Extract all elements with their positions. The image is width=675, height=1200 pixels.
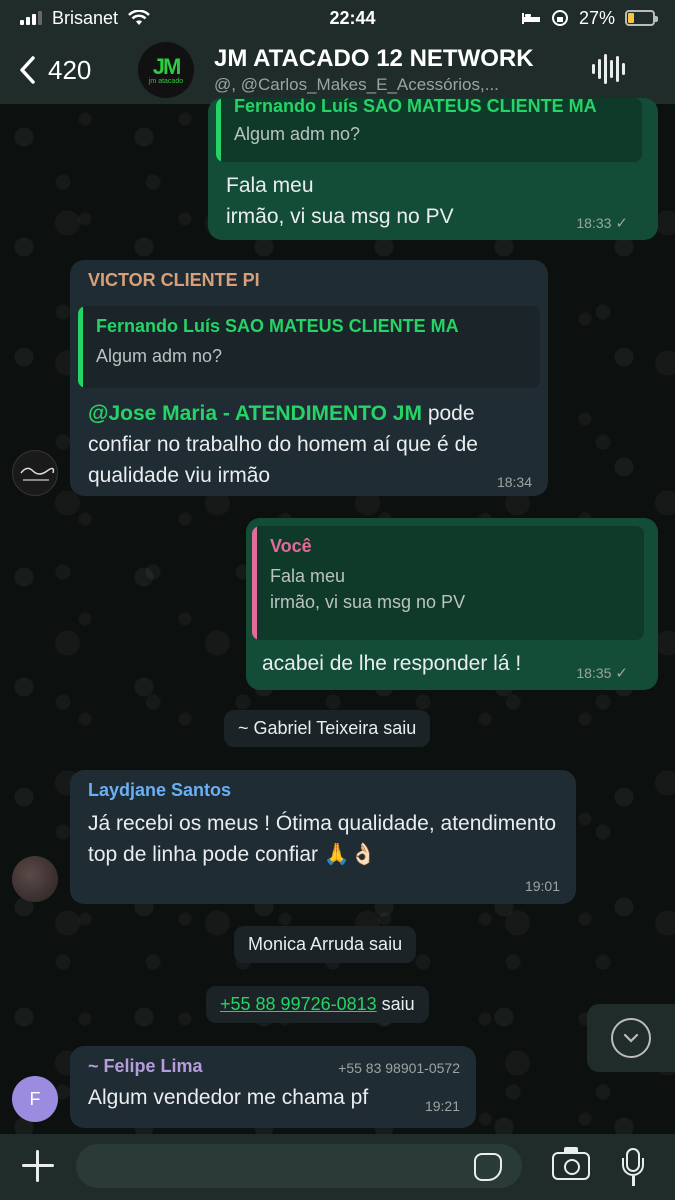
quoted-message[interactable]: Fernando Luís SAO MATEUS CLIENTE MA Algu…: [78, 306, 540, 388]
sender-phone: +55 83 98901-0572: [338, 1060, 460, 1076]
sender-name: ~ Felipe Lima: [88, 1056, 203, 1076]
unread-count: 420: [48, 54, 92, 85]
sender-avatar[interactable]: [12, 856, 58, 902]
sender-avatar[interactable]: F: [12, 1076, 58, 1122]
message-text: Já recebi os meus ! Ótima qualidade, ate…: [88, 812, 557, 866]
sent-check-icon: ✓: [615, 665, 628, 682]
sticker-icon[interactable]: [474, 1153, 502, 1181]
quoted-sender: Fernando Luís SAO MATEUS CLIENTE MA: [234, 98, 597, 116]
group-title: JM ATACADO 12 NETWORK: [214, 45, 534, 72]
message-outgoing[interactable]: Fernando Luís SAO MATEUS CLIENTE MA Algu…: [208, 98, 658, 240]
group-info[interactable]: JM ATACADO 12 NETWORK @, @Carlos_Makes_E…: [214, 45, 574, 95]
message-text: acabei de lhe responder lá !: [262, 652, 522, 675]
system-message: ~ Gabriel Teixeira saiu: [224, 710, 431, 747]
message-time: 19:21: [424, 1098, 460, 1114]
message-input[interactable]: [76, 1144, 522, 1188]
message-incoming[interactable]: Laydjane Santos Já recebi os meus ! Ótim…: [70, 770, 576, 904]
status-right: 27%: [495, 7, 658, 29]
message-text: Fala meu irmão, vi sua msg no PV: [226, 174, 454, 228]
message-outgoing[interactable]: Você Fala meu irmão, vi sua msg no PV ac…: [246, 518, 658, 690]
message-text: Algum vendedor me chama pf: [88, 1086, 369, 1109]
message-incoming[interactable]: ~ Felipe Lima +55 83 98901-0572 Algum ve…: [70, 1046, 476, 1128]
battery-icon: [625, 10, 658, 26]
message-incoming[interactable]: VICTOR CLIENTE PI Fernando Luís SAO MATE…: [70, 260, 548, 496]
system-text: saiu: [381, 994, 415, 1014]
group-logo-mark: JM: [152, 53, 182, 79]
phone-link[interactable]: +55 88 99726-0813: [220, 994, 377, 1014]
back-button[interactable]: 420: [0, 55, 130, 86]
message-text: @Jose Maria - ATENDIMENTO JM pode confia…: [88, 398, 538, 491]
orientation-lock-icon: [551, 10, 568, 26]
group-avatar[interactable]: JM jm atacado: [138, 42, 194, 98]
microphone-icon[interactable]: [622, 1148, 644, 1188]
battery-percent: 27%: [578, 7, 615, 28]
mention-link[interactable]: @Jose Maria - ATENDIMENTO JM: [88, 402, 422, 425]
bed-icon: [521, 13, 540, 24]
sender-name: Laydjane Santos: [88, 780, 232, 800]
chevron-left-icon: [20, 56, 35, 84]
chevron-down-circle-icon: [611, 1018, 651, 1058]
quoted-message[interactable]: Você Fala meu irmão, vi sua msg no PV: [252, 526, 644, 640]
avatar-letter: F: [29, 1088, 41, 1109]
sender-name: VICTOR CLIENTE PI: [88, 270, 260, 290]
quoted-sender: Fernando Luís SAO MATEUS CLIENTE MA: [96, 316, 459, 336]
carrier-label: Brisanet: [52, 7, 119, 28]
quoted-message[interactable]: Fernando Luís SAO MATEUS CLIENTE MA Algu…: [216, 98, 642, 162]
message-time: 18:35 ✓: [576, 664, 628, 682]
message-time: 18:34: [496, 474, 532, 490]
quoted-text: Algum adm no?: [234, 124, 361, 144]
group-logo-text: jm atacado: [148, 77, 184, 85]
battery-fill: [628, 13, 635, 23]
status-time: 22:44: [329, 7, 376, 28]
waveform-icon[interactable]: [592, 52, 625, 86]
plus-icon[interactable]: [18, 1146, 58, 1186]
sent-check-icon: ✓: [615, 215, 628, 232]
camera-icon[interactable]: [552, 1147, 590, 1180]
time-label: 18:35: [576, 665, 612, 681]
message-time: 18:33 ✓: [576, 214, 628, 232]
chat-header: 420 JM jm atacado JM ATACADO 12 NETWORK …: [0, 36, 675, 104]
quoted-text: Fala meu irmão, vi sua msg no PV: [270, 566, 466, 612]
avatar-logo-icon: [20, 467, 55, 481]
wifi-icon: [128, 10, 150, 25]
quoted-text: Algum adm no?: [96, 346, 223, 366]
system-message: +55 88 99726-0813 saiu: [206, 986, 429, 1023]
system-message: Monica Arruda saiu: [234, 926, 417, 963]
scroll-down-button[interactable]: [587, 1004, 675, 1072]
sender-avatar[interactable]: [12, 450, 58, 496]
input-bar: [0, 1134, 675, 1200]
group-members: @, @Carlos_Makes_E_Acessórios,...: [214, 75, 499, 94]
message-time: 19:01: [524, 878, 560, 894]
time-label: 18:33: [576, 215, 612, 231]
status-bar: Brisanet 22:44 27%: [0, 0, 675, 36]
signal-icon: [20, 11, 42, 25]
quoted-sender: Você: [270, 536, 312, 556]
